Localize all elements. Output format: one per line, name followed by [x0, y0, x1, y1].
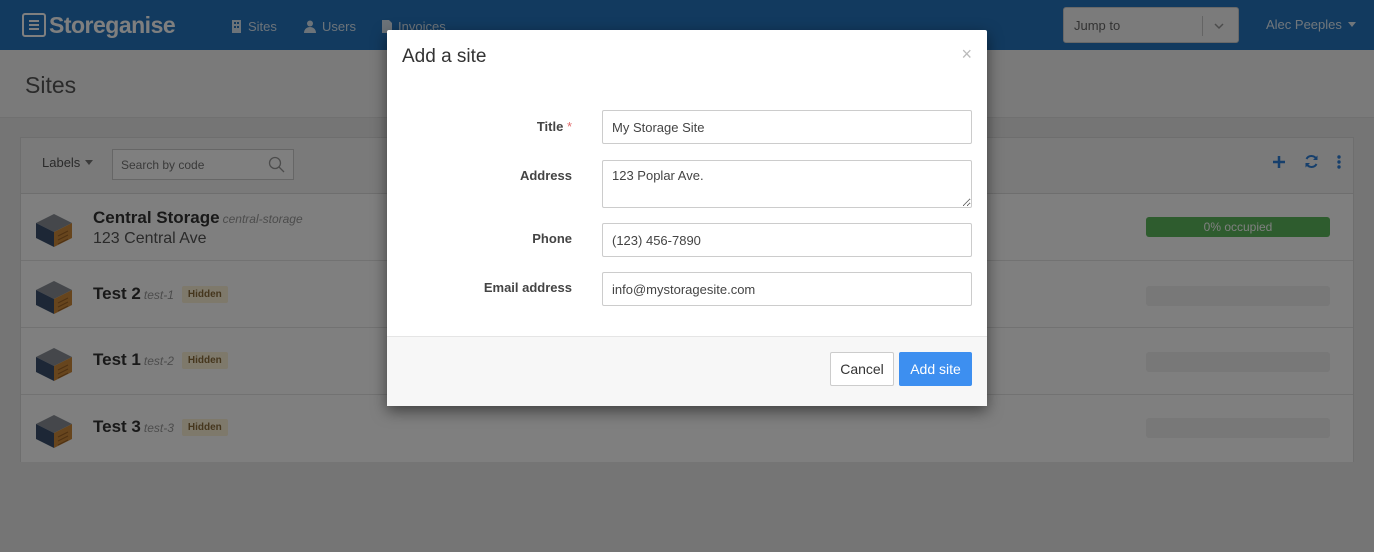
- phone-label: Phone: [532, 231, 572, 246]
- address-label: Address: [519, 168, 572, 183]
- modal-title: Add a site: [402, 46, 487, 67]
- cancel-button[interactable]: Cancel: [830, 352, 894, 386]
- close-icon[interactable]: ×: [961, 44, 972, 65]
- title-input[interactable]: [602, 110, 972, 144]
- add-site-dialog: Add a site × Title * Address 123 Poplar …: [387, 30, 987, 406]
- title-label-text: Title: [536, 119, 564, 134]
- email-label: Email address: [483, 280, 572, 295]
- email-input[interactable]: [602, 272, 972, 306]
- title-label: Title *: [387, 119, 572, 134]
- required-mark: *: [566, 119, 572, 134]
- address-textarea[interactable]: 123 Poplar Ave.: [602, 160, 972, 208]
- phone-input[interactable]: [602, 223, 972, 257]
- modal-footer: Cancel Add site: [387, 336, 987, 406]
- add-site-button[interactable]: Add site: [899, 352, 972, 386]
